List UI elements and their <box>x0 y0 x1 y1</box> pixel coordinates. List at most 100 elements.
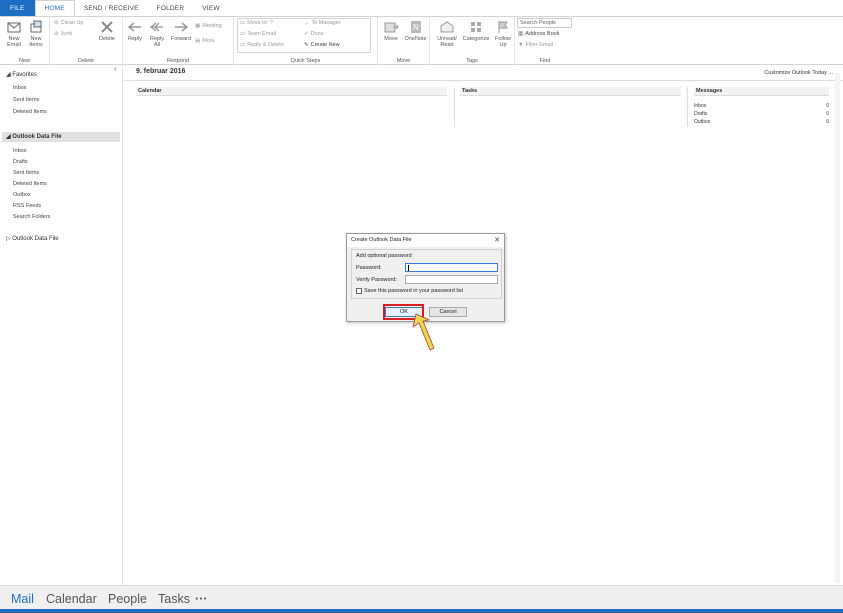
folder-drafts[interactable]: Drafts <box>13 159 28 165</box>
onenote-icon: N <box>410 21 421 33</box>
new-email-label: New Email <box>7 36 21 48</box>
new-items-button[interactable]: New Items <box>25 19 47 48</box>
nav-more[interactable]: ··· <box>195 592 208 606</box>
folder-rss-feeds[interactable]: RSS Feeds <box>13 203 41 209</box>
meeting-label: Meeting <box>202 23 222 29</box>
move-to-icon: ▭ <box>240 20 246 26</box>
reply-label: Reply <box>127 36 143 42</box>
categorize-icon <box>471 22 481 32</box>
verify-password-field[interactable] <box>405 275 498 284</box>
clean-up-button[interactable]: ⊘ Clean Up <box>54 20 84 26</box>
forward-button[interactable]: Forward <box>169 19 193 42</box>
tab-folder[interactable]: FOLDER <box>148 0 194 16</box>
folder-deleted-items[interactable]: Deleted Items <box>13 181 47 187</box>
group-new-label: New <box>18 58 30 64</box>
tab-view[interactable]: VIEW <box>193 0 228 16</box>
message-row-count: 0 <box>826 103 829 109</box>
customize-outlook-today-link[interactable]: Customize Outlook Today ... <box>764 70 833 76</box>
tab-send-receive[interactable]: SEND / RECEIVE <box>75 0 148 16</box>
categorize-label: Categorize <box>462 36 490 42</box>
calendar-header: Calendar <box>136 87 447 96</box>
messages-header: Messages <box>694 87 829 96</box>
delete-button[interactable]: Delete <box>96 19 118 42</box>
group-respond-label: Respond <box>166 58 190 64</box>
junk-icon: ⊘ <box>54 31 59 37</box>
meeting-icon: ▦ <box>195 23 201 29</box>
message-row-count: 0 <box>826 119 829 125</box>
save-password-checkbox[interactable] <box>356 288 362 294</box>
text-cursor <box>408 265 409 271</box>
nav-tasks[interactable]: Tasks <box>158 592 190 606</box>
folder-inbox[interactable]: Inbox <box>13 148 26 154</box>
folder-search-folders[interactable]: Search Folders <box>13 214 50 220</box>
group-quick-steps-label: Quick Steps <box>290 58 321 64</box>
today-date: 9. februar 2016 <box>136 68 186 75</box>
ribbon: New Email New Items New ⊘ Clean Up ⊘ Junk … <box>0 16 843 65</box>
create-new-icon: ✎ <box>304 42 309 48</box>
column-divider <box>454 87 455 127</box>
message-row-inbox[interactable]: Inbox 0 <box>694 103 829 109</box>
favorites-deleted-items[interactable]: Deleted Items <box>13 109 47 115</box>
search-people-input[interactable]: Search People <box>517 18 572 28</box>
reply-delete-step[interactable]: ▭ Reply & Delete <box>240 42 284 48</box>
address-book-icon: ▥ <box>518 31 524 37</box>
svg-text:N: N <box>413 23 419 32</box>
new-email-button[interactable]: New Email <box>3 19 25 48</box>
to-manager-step[interactable]: → To Manager <box>304 20 341 26</box>
junk-button[interactable]: ⊘ Junk <box>54 31 72 37</box>
folder-outbox[interactable]: Outbox <box>13 192 31 198</box>
message-row-outbox[interactable]: Outbox 0 <box>694 119 829 125</box>
reply-button[interactable]: Reply <box>124 19 146 42</box>
team-email-step[interactable]: ▭ Team Email <box>240 31 276 37</box>
address-book-button[interactable]: ▥ Address Book <box>518 31 559 37</box>
create-new-step[interactable]: ✎ Create New <box>304 42 340 48</box>
follow-up-button[interactable]: Follow Up <box>492 19 514 48</box>
new-email-icon <box>7 22 21 33</box>
team-email-label: Team Email <box>247 31 276 37</box>
unread-read-button[interactable]: Unread/ Read <box>434 19 460 48</box>
group-tags-label: Tags <box>466 58 478 64</box>
verify-password-label: Verify Password: <box>356 277 397 283</box>
close-icon[interactable]: ✕ <box>494 234 500 247</box>
password-field[interactable] <box>405 263 498 272</box>
group-tags: Unread/ Read Categorize Follow Up Tags <box>430 17 515 65</box>
nav-people[interactable]: People <box>108 592 147 606</box>
dialog-title: Create Outlook Data File <box>347 234 504 247</box>
new-items-icon <box>30 20 42 33</box>
group-find: Search People ▥ Address Book ▼ Filter Emai… <box>515 17 575 65</box>
favorites-header[interactable]: ◢ Favorites <box>6 71 37 78</box>
message-row-drafts[interactable]: Drafts 0 <box>694 111 829 117</box>
scrollbar[interactable] <box>835 73 840 583</box>
address-book-label: Address Book <box>525 31 560 37</box>
filter-icon: ▼ <box>518 42 524 48</box>
to-manager-label: To Manager <box>311 20 341 26</box>
data-file-header[interactable]: ◢ Outlook Data File <box>6 133 62 140</box>
folder-sent-items[interactable]: Sent Items <box>13 170 39 176</box>
collapse-pane-icon[interactable]: ‹ <box>114 66 116 73</box>
more-icon: ▤ <box>195 38 201 44</box>
filter-email-button[interactable]: ▼ Filter Email <box>518 42 553 48</box>
onenote-button[interactable]: N OneNote <box>403 19 428 42</box>
move-to-step[interactable]: ▭ Move to: ? <box>240 20 273 26</box>
password-group: Add optional password Password: Verify P… <box>351 249 502 299</box>
nav-calendar[interactable]: Calendar <box>46 592 97 606</box>
categorize-button[interactable]: Categorize <box>461 19 491 42</box>
favorites-sent-items[interactable]: Sent Items <box>13 97 39 103</box>
nav-mail[interactable]: Mail <box>11 592 34 606</box>
delete-icon <box>101 21 113 33</box>
reply-all-button[interactable]: Reply All <box>146 19 168 48</box>
message-row-count: 0 <box>826 111 829 117</box>
more-respond-button[interactable]: ▤ More <box>195 38 215 44</box>
group-move-label: Move <box>396 58 411 64</box>
done-step[interactable]: ✓ Done <box>304 31 324 37</box>
meeting-button[interactable]: ▦ Meeting <box>195 23 222 29</box>
data-file-2-header[interactable]: ▷ Outlook Data File <box>6 235 59 242</box>
tab-file[interactable]: FILE <box>0 0 35 16</box>
tab-home[interactable]: HOME <box>34 0 75 16</box>
move-button[interactable]: Move <box>380 19 402 42</box>
favorites-inbox[interactable]: Inbox <box>13 85 26 91</box>
column-divider <box>687 87 688 127</box>
reply-icon <box>127 22 141 32</box>
group-respond: Reply Reply All Forward ▦ Meeting ▤ More R… <box>123 17 234 65</box>
forward-label: Forward <box>170 36 192 42</box>
